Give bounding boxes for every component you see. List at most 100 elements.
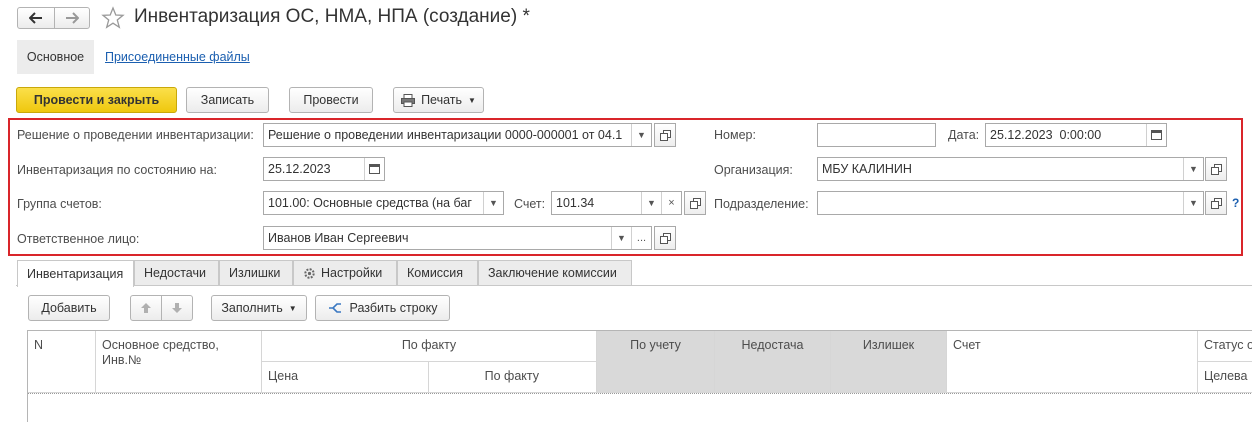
col-account[interactable]: Счет	[947, 331, 1198, 393]
col-surplus[interactable]: Излишек	[831, 331, 947, 393]
number-field[interactable]	[817, 123, 936, 147]
fill-label: Заполнить	[221, 301, 283, 315]
print-button[interactable]: Печать ▼	[393, 87, 484, 113]
open-icon	[660, 130, 671, 141]
add-label: Добавить	[41, 301, 97, 315]
state-date-label: Инвентаризация по состоянию на:	[17, 163, 217, 177]
open-icon	[1211, 198, 1222, 209]
col-fact-label: По факту	[484, 369, 539, 383]
post-button[interactable]: Провести	[289, 87, 373, 113]
col-target-label: Целева	[1204, 369, 1248, 383]
col-status-label: Статус о	[1204, 338, 1252, 352]
gear-icon	[304, 267, 315, 279]
col-price[interactable]: Цена	[262, 362, 429, 393]
post-and-close-button[interactable]: Провести и закрыть	[16, 87, 177, 113]
tab-shortages-label: Недостачи	[144, 266, 206, 280]
tab-settings-label: Настройки	[321, 266, 383, 280]
tab-surpluses[interactable]: Излишки	[219, 260, 293, 285]
decision-field[interactable]: Решение о проведении инвентаризации 0000…	[263, 123, 652, 147]
split-row-button[interactable]: Разбить строку	[315, 295, 450, 321]
responsible-dropdown-icon[interactable]: ▼	[611, 227, 631, 249]
account-group-label: Группа счетов:	[17, 197, 102, 211]
fill-button[interactable]: Заполнить ▼	[211, 295, 307, 321]
responsible-open-button[interactable]	[654, 226, 676, 250]
number-label: Номер:	[714, 128, 756, 142]
decision-value: Решение о проведении инвентаризации 0000…	[268, 128, 623, 142]
add-button[interactable]: Добавить	[28, 295, 110, 321]
calendar-icon[interactable]	[1146, 124, 1166, 146]
account-group-dropdown-icon[interactable]: ▼	[483, 192, 503, 214]
section-files-link[interactable]: Присоединенные файлы	[105, 50, 250, 64]
organization-field[interactable]: МБУ КАЛИНИН ▼	[817, 157, 1204, 181]
table-body[interactable]	[28, 393, 1252, 423]
responsible-more-icon[interactable]: ...	[631, 227, 651, 249]
division-label: Подразделение:	[714, 197, 809, 211]
account-group-field[interactable]: 101.00: Основные средства (на баг ▼	[263, 191, 504, 215]
open-icon	[690, 198, 701, 209]
open-icon	[660, 233, 671, 244]
open-icon	[1211, 164, 1222, 175]
col-target[interactable]: Целева	[1198, 362, 1252, 393]
col-fact-group-label: По факту	[401, 338, 457, 352]
chevron-down-icon: ▼	[288, 303, 297, 313]
calendar-icon[interactable]	[364, 158, 384, 180]
tab-shortages[interactable]: Недостачи	[134, 260, 219, 285]
account-value: 101.34	[556, 196, 595, 210]
tab-inventory-label: Инвентаризация	[27, 267, 124, 281]
organization-dropdown-icon[interactable]: ▼	[1183, 158, 1203, 180]
tab-surpluses-label: Излишки	[229, 266, 281, 280]
tab-inventory[interactable]: Инвентаризация	[17, 260, 134, 287]
favorite-star-icon[interactable]	[101, 6, 125, 30]
col-by-account[interactable]: По учету	[597, 331, 715, 393]
post-and-close-label: Провести и закрыть	[33, 93, 160, 107]
table: N Основное средство, Инв.№ По факту Цена…	[27, 330, 1252, 423]
col-shortage[interactable]: Недостача	[715, 331, 831, 393]
date-field[interactable]: 25.12.2023 0:00:00	[985, 123, 1167, 147]
division-field[interactable]: ▼	[817, 191, 1204, 215]
printer-icon	[401, 93, 416, 107]
col-shortage-label: Недостача	[741, 338, 804, 352]
section-main[interactable]: Основное	[17, 40, 94, 74]
col-fact[interactable]: По факту	[429, 362, 597, 393]
clear-icon[interactable]: ×	[661, 192, 681, 214]
date-label: Дата:	[948, 128, 980, 142]
responsible-field[interactable]: Иванов Иван Сергеевич ▼ ...	[263, 226, 652, 250]
post-label: Провести	[303, 93, 359, 107]
col-n[interactable]: N	[28, 331, 96, 393]
account-group-value: 101.00: Основные средства (на баг	[268, 196, 472, 210]
organization-label: Организация:	[714, 163, 793, 177]
col-status[interactable]: Статус о	[1198, 331, 1252, 362]
state-date-value: 25.12.2023	[268, 162, 331, 176]
decision-dropdown-icon[interactable]: ▼	[631, 124, 651, 146]
col-asset[interactable]: Основное средство, Инв.№	[96, 331, 262, 393]
account-open-button[interactable]	[684, 191, 706, 215]
arrow-up-icon	[141, 303, 151, 313]
account-field[interactable]: 101.34 ▼ ×	[551, 191, 682, 215]
organization-value: МБУ КАЛИНИН	[822, 162, 912, 176]
tab-settings[interactable]: Настройки	[293, 260, 397, 285]
division-open-button[interactable]	[1205, 191, 1227, 215]
arrow-down-icon	[172, 303, 182, 313]
back-button[interactable]	[17, 7, 55, 29]
col-fact-group[interactable]: По факту	[262, 331, 597, 362]
tab-commission[interactable]: Комиссия	[397, 260, 478, 285]
organization-open-button[interactable]	[1205, 157, 1227, 181]
division-dropdown-icon[interactable]: ▼	[1183, 192, 1203, 214]
arrow-right-icon	[66, 12, 79, 24]
forward-button[interactable]	[54, 7, 90, 29]
page-title: Инвентаризация ОС, НМА, НПА (создание) *	[134, 6, 530, 27]
help-icon[interactable]: ?	[1232, 196, 1239, 210]
date-value: 25.12.2023 0:00:00	[990, 128, 1102, 142]
move-down-button[interactable]	[161, 295, 193, 321]
save-label: Записать	[200, 93, 255, 107]
col-n-label: N	[34, 338, 44, 352]
account-dropdown-icon[interactable]: ▼	[641, 192, 661, 214]
move-up-button[interactable]	[130, 295, 162, 321]
decision-open-button[interactable]	[654, 123, 676, 147]
tab-commission-conclusion[interactable]: Заключение комиссии	[478, 260, 632, 285]
arrow-left-icon	[29, 12, 42, 24]
col-by-account-label: По учету	[630, 338, 681, 352]
save-button[interactable]: Записать	[186, 87, 269, 113]
state-date-field[interactable]: 25.12.2023	[263, 157, 385, 181]
print-label: Печать	[421, 93, 463, 107]
